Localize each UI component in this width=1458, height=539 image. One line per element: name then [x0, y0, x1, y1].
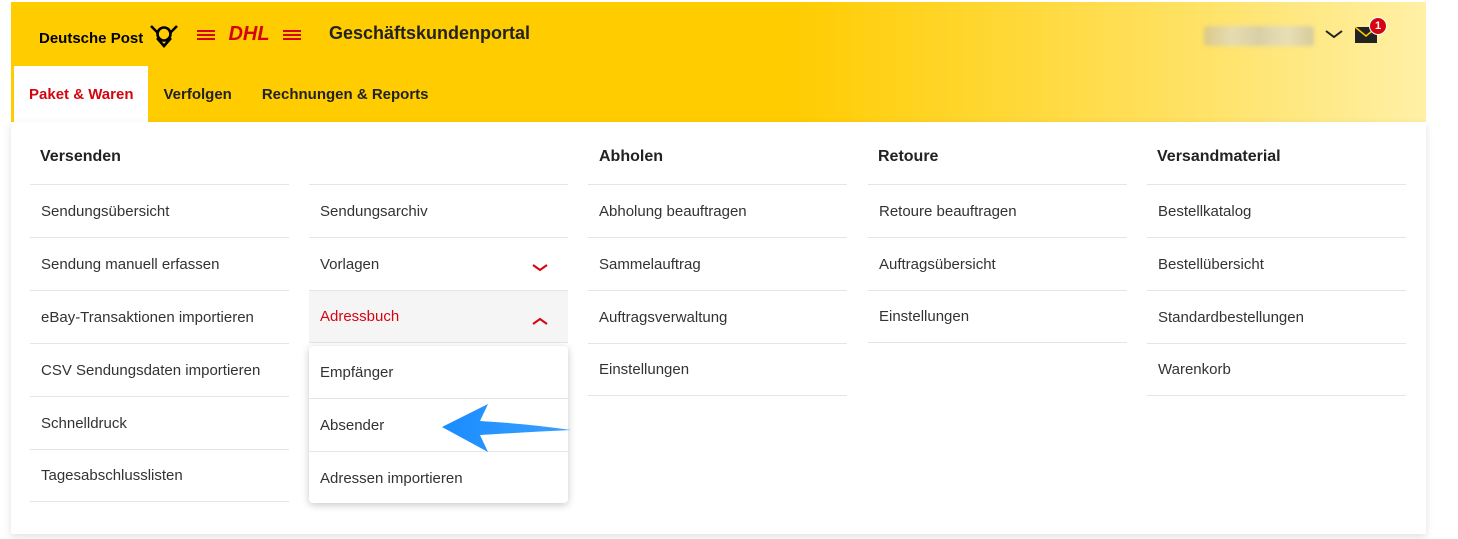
menu-item-abholung-beauftragen[interactable]: Abholung beauftragen	[588, 184, 847, 237]
menu-item-bestelluebersicht[interactable]: Bestellübersicht	[1147, 237, 1406, 290]
menu-item-schnelldruck[interactable]: Schnelldruck	[30, 396, 289, 449]
menu-heading-versandmaterial: Versandmaterial	[1157, 148, 1281, 165]
portal-title: Geschäftskundenportal	[329, 23, 531, 43]
user-name-redacted[interactable]	[1204, 26, 1314, 46]
notification-badge: 1	[1369, 17, 1387, 35]
menu-item-label: Sendungsarchiv	[320, 202, 428, 220]
menu-item-label: Adressbuch	[320, 308, 400, 325]
menu-list-versandmaterial: Bestellkatalog Bestellübersicht Standard…	[1147, 184, 1406, 396]
submenu-item-adressen-importieren[interactable]: Adressen importieren	[309, 452, 568, 505]
menu-item-sammelauftrag[interactable]: Sammelauftrag	[588, 237, 847, 290]
menu-list-retoure: Retoure beauftragen Auftragsübersicht Ei…	[868, 184, 1127, 343]
menu-item-auftragsuebersicht[interactable]: Auftragsübersicht	[868, 237, 1127, 290]
arrow-annotation-icon	[440, 402, 572, 459]
menu-item-csv-import[interactable]: CSV Sendungsdaten importieren	[30, 343, 289, 396]
menu-item-adressbuch[interactable]: Adressbuch	[309, 290, 568, 343]
brand-dhl-text: DHL	[228, 23, 269, 44]
tab-verfolgen[interactable]: Verfolgen	[148, 66, 246, 122]
submenu-item-empfaenger[interactable]: Empfänger	[309, 346, 568, 399]
deutsche-post-logo[interactable]: Deutsche Post	[39, 24, 179, 52]
menu-item-bestellkatalog[interactable]: Bestellkatalog	[1147, 184, 1406, 237]
menu-list-abholen: Abholung beauftragen Sammelauftrag Auftr…	[588, 184, 847, 396]
menu-heading-versenden: Versenden	[40, 148, 121, 165]
brand-post-text: Deutsche Post	[39, 29, 144, 47]
menu-item-ebay-import[interactable]: eBay-Transaktionen importieren	[30, 290, 289, 343]
menu-item-retoure-einstellungen[interactable]: Einstellungen	[868, 290, 1127, 343]
mega-menu-panel: Versenden Sendungsübersicht Sendung manu…	[11, 122, 1426, 534]
menu-item-sendungsarchiv[interactable]: Sendungsarchiv	[309, 184, 568, 237]
menu-item-label: Vorlagen	[320, 255, 380, 273]
tab-rechnungen-reports[interactable]: Rechnungen & Reports	[247, 66, 444, 122]
dhl-logo[interactable]: DHL	[197, 22, 301, 49]
main-nav-tabs: Paket & Waren Verfolgen Rechnungen & Rep…	[14, 66, 444, 122]
posthorn-icon	[149, 24, 179, 52]
menu-list-versenden-1: Sendungsübersicht Sendung manuell erfass…	[30, 184, 289, 502]
tab-paket-waren[interactable]: Paket & Waren	[14, 66, 149, 122]
menu-heading-abholen: Abholen	[599, 148, 663, 165]
chevron-up-icon	[532, 313, 548, 330]
menu-item-auftragsverwaltung[interactable]: Auftragsverwaltung	[588, 290, 847, 343]
menu-item-standardbestellungen[interactable]: Standardbestellungen	[1147, 290, 1406, 343]
menu-heading-retoure: Retoure	[878, 148, 939, 165]
menu-item-tagesabschlusslisten[interactable]: Tagesabschlusslisten	[30, 449, 289, 502]
menu-item-abholen-einstellungen[interactable]: Einstellungen	[588, 343, 847, 396]
menu-item-vorlagen[interactable]: Vorlagen	[309, 237, 568, 290]
menu-item-sendung-manuell[interactable]: Sendung manuell erfassen	[30, 237, 289, 290]
menu-item-retoure-beauftragen[interactable]: Retoure beauftragen	[868, 184, 1127, 237]
menu-item-sendungsuebersicht[interactable]: Sendungsübersicht	[30, 184, 289, 237]
chevron-down-icon[interactable]	[1323, 24, 1345, 49]
chevron-down-icon	[532, 260, 548, 277]
menu-list-versenden-2: Sendungsarchiv Vorlagen Adressbuch	[309, 184, 568, 343]
menu-item-warenkorb[interactable]: Warenkorb	[1147, 343, 1406, 396]
